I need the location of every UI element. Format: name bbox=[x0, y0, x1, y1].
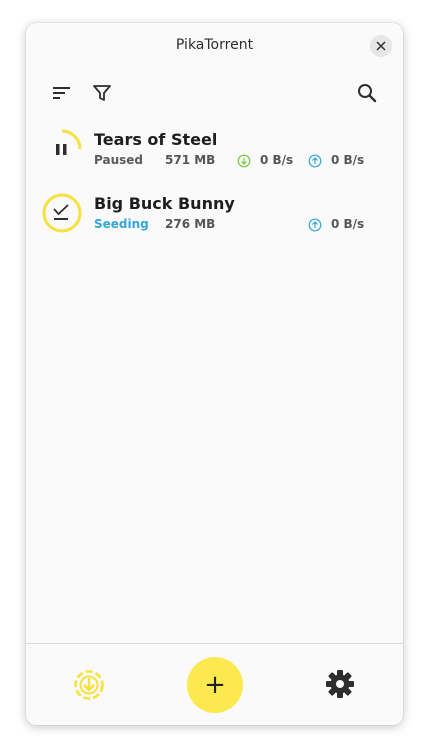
download-progress-icon bbox=[74, 670, 104, 700]
upload-speed-icon bbox=[308, 218, 322, 232]
torrent-row[interactable]: Big Buck Bunny Seeding 276 MB 0 B/s bbox=[26, 187, 403, 251]
filter-button[interactable] bbox=[88, 79, 116, 107]
paused-progress-ring[interactable] bbox=[40, 127, 84, 171]
close-icon bbox=[376, 41, 386, 51]
window-title: PikaTorrent bbox=[175, 37, 254, 53]
torrent-size: 571 MB bbox=[165, 153, 216, 167]
sort-button[interactable] bbox=[48, 79, 76, 107]
upload-speed-icon bbox=[308, 154, 322, 168]
search-button[interactable] bbox=[353, 79, 381, 107]
torrent-size: 276 MB bbox=[165, 217, 216, 231]
pause-icon bbox=[56, 144, 60, 155]
torrent-name: Big Buck Bunny bbox=[94, 194, 235, 213]
add-torrent-button[interactable]: + bbox=[187, 657, 243, 713]
filter-icon bbox=[93, 85, 111, 101]
download-speed-icon bbox=[237, 154, 251, 168]
search-icon bbox=[358, 84, 377, 103]
settings-button[interactable] bbox=[323, 667, 357, 701]
torrent-status: Seeding bbox=[94, 217, 149, 231]
upload-speed: 0 B/s bbox=[331, 153, 365, 167]
download-speed: 0 B/s bbox=[260, 153, 294, 167]
torrent-status: Paused bbox=[94, 153, 143, 167]
completed-progress-ring[interactable] bbox=[40, 191, 84, 235]
app-window: PikaTorrent Tears of Steel Paused 571 MB… bbox=[26, 23, 403, 725]
torrent-row[interactable]: Tears of Steel Paused 571 MB 0 B/s 0 B/s bbox=[26, 123, 403, 187]
check-icon bbox=[53, 204, 69, 216]
torrent-name: Tears of Steel bbox=[94, 130, 218, 149]
sort-icon bbox=[53, 87, 70, 99]
downloads-button[interactable] bbox=[72, 668, 106, 702]
gear-icon bbox=[326, 670, 354, 698]
close-button[interactable] bbox=[370, 35, 392, 57]
titlebar: PikaTorrent bbox=[26, 23, 403, 69]
upload-speed: 0 B/s bbox=[331, 217, 365, 231]
bottom-bar: + bbox=[26, 643, 403, 725]
